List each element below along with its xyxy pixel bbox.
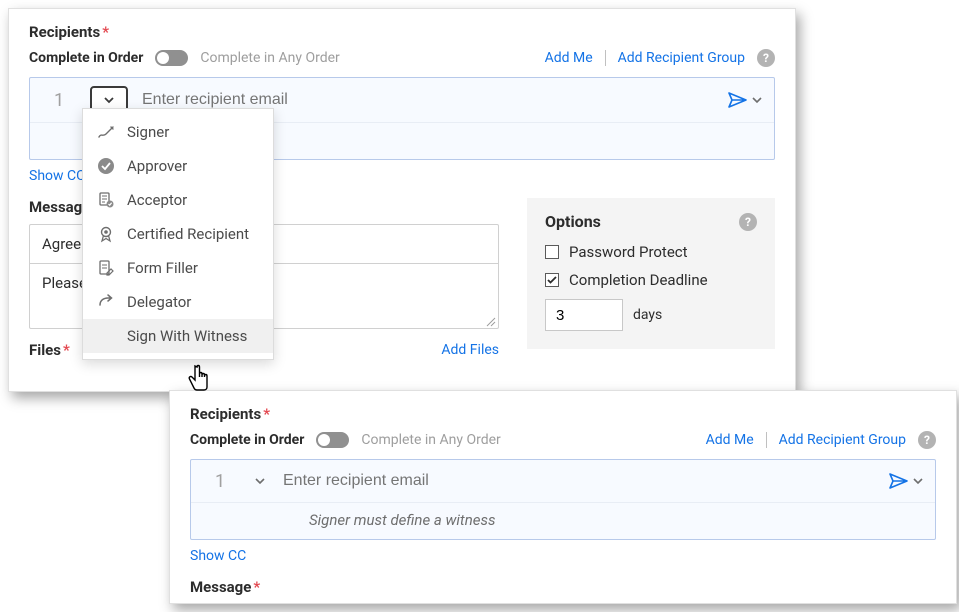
recipient-box: 1 Signer must define a witness [190,459,936,540]
link-divider [766,432,767,448]
add-files-link[interactable]: Add Files [441,342,499,358]
ribbon-icon [97,225,115,243]
completion-deadline-option[interactable]: Completion Deadline [545,271,757,289]
chevron-down-icon [752,97,762,104]
files-label: Files* [29,341,70,359]
add-recipient-group-link[interactable]: Add Recipient Group [618,50,745,66]
pen-icon [97,123,115,141]
dropdown-item-certified[interactable]: Certified Recipient [83,217,273,251]
delivery-method-button[interactable] [728,91,762,109]
message-label: Message* [190,578,936,596]
order-toggle[interactable] [155,50,188,66]
chevron-down-icon [913,478,923,485]
dropdown-item-sign-with-witness[interactable]: Sign With Witness [83,319,273,353]
dropdown-item-acceptor[interactable]: Acceptor [83,183,273,217]
document-check-icon [97,191,115,209]
redo-arrow-icon [97,293,115,311]
recipients-label: Recipients* [29,23,775,41]
order-row: Complete in Order Complete in Any Order … [29,49,775,67]
complete-any-order-label: Complete in Any Order [200,50,339,66]
add-me-link[interactable]: Add Me [545,50,593,66]
complete-in-order-label: Complete in Order [29,50,143,66]
password-protect-label: Password Protect [569,243,688,261]
check-icon [547,276,557,284]
recipient-email-input[interactable] [283,468,875,494]
completion-deadline-label: Completion Deadline [569,271,708,289]
chevron-down-icon [104,97,114,104]
add-recipient-group-link[interactable]: Add Recipient Group [779,432,906,448]
blank-icon [97,327,115,345]
order-row: Complete in Order Complete in Any Order … [190,431,936,449]
order-toggle[interactable] [316,432,349,448]
show-cc-link[interactable]: Show CC [29,168,85,184]
help-icon[interactable]: ? [739,213,757,231]
paper-plane-icon [728,91,748,109]
dropdown-item-approver[interactable]: Approver [83,149,273,183]
document-pen-icon [97,259,115,277]
deadline-value-row: days [545,299,757,331]
help-icon[interactable]: ? [757,49,775,67]
checkbox-checked[interactable] [545,273,559,287]
recipients-label: Recipients* [190,405,936,423]
role-select-dropdown[interactable] [251,476,269,487]
show-cc-link[interactable]: Show CC [190,548,246,564]
options-panel: Options ? Password Protect Completion De… [527,198,775,349]
password-protect-option[interactable]: Password Protect [545,243,757,261]
deadline-days-input[interactable] [545,299,623,331]
chevron-down-icon [255,478,265,485]
dropdown-item-delegator[interactable]: Delegator [83,285,273,319]
recipient-witness-note: Signer must define a witness [191,502,935,539]
dropdown-item-formfiller[interactable]: Form Filler [83,251,273,285]
right-column: Options ? Password Protect Completion De… [527,198,775,349]
recipient-row: 1 [191,460,935,502]
resize-handle-icon[interactable] [484,315,496,327]
recipient-number: 1 [42,90,76,111]
recipient-number: 1 [203,471,237,492]
role-dropdown-menu: Signer Approver Acceptor Certified Recip… [82,108,274,360]
complete-in-order-label: Complete in Order [190,432,304,448]
delivery-method-button[interactable] [889,472,923,490]
complete-any-order-label: Complete in Any Order [361,432,500,448]
add-me-link[interactable]: Add Me [706,432,754,448]
check-circle-icon [97,157,115,175]
help-icon[interactable]: ? [918,431,936,449]
deadline-unit-label: days [633,307,662,323]
checkbox-unchecked[interactable] [545,245,559,259]
link-divider [605,50,606,66]
dropdown-item-signer[interactable]: Signer [83,115,273,149]
paper-plane-icon [889,472,909,490]
options-title: Options [545,212,601,231]
panel-bottom: Recipients* Complete in Order Complete i… [169,390,957,604]
